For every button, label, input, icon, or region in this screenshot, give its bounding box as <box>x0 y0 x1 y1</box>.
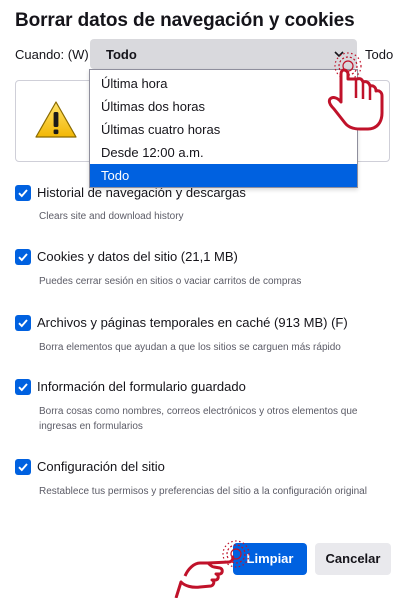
option-desc: Borra elementos que ayudan a que los sit… <box>39 342 341 353</box>
pointer-hand-icon <box>174 540 250 598</box>
checkbox-form-data[interactable] <box>15 379 31 395</box>
option-desc: Puedes cerrar sesión en sitios o vaciar … <box>39 276 302 287</box>
dropdown-option[interactable]: Últimas dos horas <box>90 95 357 118</box>
checkmark-icon <box>18 383 28 392</box>
option-label: Cookies y datos del sitio (21,1 MB) <box>37 249 238 264</box>
option-label: Archivos y páginas temporales en caché (… <box>37 315 348 330</box>
checkmark-icon <box>18 463 28 472</box>
checkbox-site-settings[interactable] <box>15 459 31 475</box>
warning-icon <box>35 101 77 138</box>
option-desc: Clears site and download history <box>39 211 184 222</box>
dropdown-option[interactable]: Última hora <box>90 72 357 95</box>
checkmark-icon <box>18 189 28 198</box>
dropdown-option[interactable]: Desde 12:00 a.m. <box>90 141 357 164</box>
cancel-button[interactable]: Cancelar <box>315 543 391 575</box>
time-range-label: Cuando: (W) <box>15 47 89 62</box>
dropdown-option-selected[interactable]: Todo <box>90 164 357 187</box>
checkbox-cache[interactable] <box>15 315 31 331</box>
checkmark-icon <box>18 253 28 262</box>
checkbox-history[interactable] <box>15 185 31 201</box>
time-range-select[interactable]: Todo <box>90 39 357 69</box>
pointer-hand-icon <box>327 52 384 131</box>
dialog-title: Borrar datos de navegación y cookies <box>15 10 355 31</box>
option-desc: Borra cosas como nombres, correos electr… <box>39 406 358 432</box>
clear-data-dialog: Borrar datos de navegación y cookies Cua… <box>0 0 404 598</box>
checkbox-cookies[interactable] <box>15 249 31 265</box>
time-range-value: Todo <box>106 47 137 62</box>
option-label: Configuración del sitio <box>37 459 165 474</box>
option-label: Información del formulario guardado <box>37 379 246 394</box>
dropdown-option[interactable]: Últimas cuatro horas <box>90 118 357 141</box>
checkmark-icon <box>18 319 28 328</box>
option-desc: Restablece tus permisos y preferencias d… <box>39 486 367 497</box>
